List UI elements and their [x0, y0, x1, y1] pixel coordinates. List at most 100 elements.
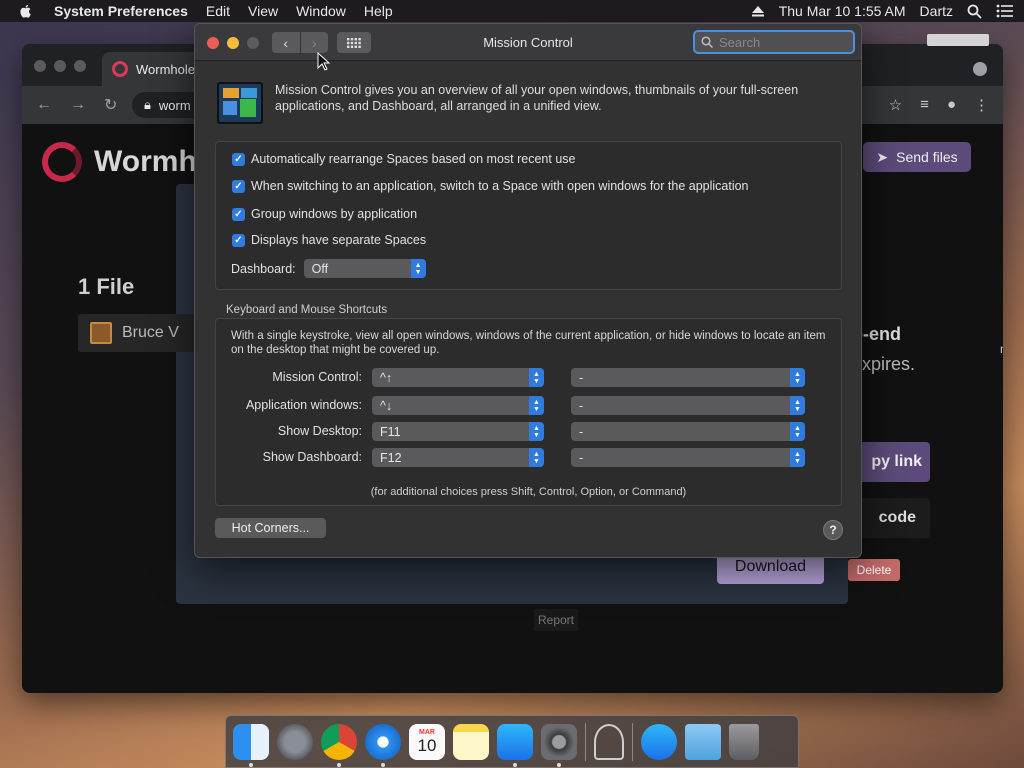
shortcut-mouse-select[interactable]: - ▲ ▼	[571, 422, 805, 441]
file-name: Bruce V	[122, 324, 179, 341]
system-preferences-icon[interactable]	[541, 723, 577, 767]
dock-separator	[632, 722, 633, 761]
running-indicator	[249, 762, 253, 767]
shortcuts-section-title: Keyboard and Mouse Shortcuts	[226, 304, 388, 316]
menu-view[interactable]: View	[248, 3, 278, 19]
launchpad-icon[interactable]	[277, 723, 313, 760]
shortcut-mouse-value: -	[579, 398, 584, 413]
instruments-icon[interactable]	[594, 723, 624, 760]
file-list-item[interactable]: Bruce V	[78, 314, 198, 352]
shortcut-key-value: F11	[380, 424, 401, 439]
dashboard-select[interactable]: Off ▲ ▼	[303, 259, 426, 278]
menu-help[interactable]: Help	[364, 3, 393, 19]
menu-extras: Thu Mar 10 1:55 AM Dartz	[751, 0, 1014, 22]
hot-corners-button[interactable]: Hot Corners...	[215, 518, 326, 538]
running-indicator	[557, 762, 561, 767]
eject-icon[interactable]	[751, 5, 765, 17]
checkbox-checked-icon[interactable]: ✓	[232, 179, 245, 193]
dashboard-label: Dashboard:	[231, 261, 296, 276]
notification-center-icon[interactable]	[996, 4, 1014, 18]
send-icon: ➤	[876, 148, 889, 165]
shortcut-key-select[interactable]: F11 ▲ ▼	[372, 422, 544, 441]
option-separate-spaces[interactable]: ✓ Displays have separate Spaces	[232, 233, 426, 247]
shortcut-mouse-select[interactable]: - ▲ ▼	[571, 396, 805, 415]
shortcut-label: Show Desktop:	[277, 424, 362, 438]
desktop-widget	[927, 34, 989, 46]
code-button[interactable]: code	[852, 498, 930, 538]
trash-icon[interactable]	[729, 723, 759, 760]
menu-user[interactable]: Dartz	[920, 3, 953, 19]
menu-edit[interactable]: Edit	[206, 3, 230, 19]
checkbox-checked-icon[interactable]: ✓	[232, 152, 245, 166]
report-link[interactable]: Report	[534, 609, 578, 631]
address-bar-url: worm	[158, 97, 191, 113]
reload-icon[interactable]: ↻	[104, 95, 117, 115]
shortcut-mouse-select[interactable]: - ▲ ▼	[571, 368, 805, 387]
finder-icon[interactable]	[233, 723, 269, 767]
wormhole-logo-icon	[42, 142, 82, 182]
send-files-button[interactable]: ➤ Send files	[863, 142, 971, 172]
app-store-2-icon[interactable]	[641, 723, 677, 760]
wormhole-logo[interactable]: Wormh	[42, 142, 197, 182]
delete-button[interactable]: Delete	[848, 559, 900, 581]
shortcut-key-value: ^↑	[380, 370, 393, 385]
downloads-folder-icon[interactable]	[685, 723, 721, 760]
mission-control-icon	[217, 82, 263, 124]
calendar-icon[interactable]: MAR 10	[409, 723, 445, 760]
bookmark-star-icon[interactable]: ☆	[889, 96, 902, 114]
shortcut-key-select[interactable]: ^↑ ▲ ▼	[372, 368, 544, 387]
search-icon	[701, 36, 713, 48]
notes-icon[interactable]	[453, 723, 489, 760]
browser-close-button[interactable]	[34, 60, 46, 72]
menu-clock[interactable]: Thu Mar 10 1:55 AM	[779, 3, 906, 19]
chevron-updown-icon: ▲ ▼	[790, 368, 805, 387]
option-label: Group windows by application	[251, 207, 418, 221]
copy-link-button[interactable]: py link	[852, 442, 930, 482]
checkbox-checked-icon[interactable]: ✓	[232, 207, 245, 221]
running-indicator	[337, 762, 341, 767]
shortcut-key-select[interactable]: ^↓ ▲ ▼	[372, 396, 544, 415]
option-label: Automatically rearrange Spaces based on …	[251, 152, 576, 166]
options-group: ✓ Automatically rearrange Spaces based o…	[215, 141, 842, 290]
app-store-icon[interactable]	[497, 723, 533, 767]
shortcuts-group: With a single keystroke, view all open w…	[215, 318, 842, 506]
dashboard-row: Dashboard: Off ▲ ▼	[231, 259, 426, 278]
chrome-icon[interactable]	[321, 723, 357, 767]
option-rearrange-spaces[interactable]: ✓ Automatically rearrange Spaces based o…	[232, 152, 575, 166]
shortcut-row-mission-control: Mission Control: ^↑ ▲ ▼ - ▲ ▼	[216, 368, 841, 388]
send-files-label: Send files	[896, 149, 958, 165]
spotlight-search-icon[interactable]	[967, 4, 982, 19]
menu-window[interactable]: Window	[296, 3, 346, 19]
back-arrow-icon[interactable]: ←	[36, 96, 52, 114]
running-indicator	[513, 762, 517, 767]
chevron-updown-icon: ▲ ▼	[790, 422, 805, 441]
chevron-updown-icon: ▲ ▼	[529, 422, 544, 441]
tab-search-icon[interactable]	[973, 62, 987, 76]
checkbox-checked-icon[interactable]: ✓	[232, 233, 245, 247]
option-group-windows[interactable]: ✓ Group windows by application	[232, 207, 417, 221]
browser-minimize-button[interactable]	[54, 60, 66, 72]
option-switch-to-space[interactable]: ✓ When switching to an application, swit…	[232, 179, 749, 193]
profile-icon[interactable]: ●	[947, 96, 956, 114]
menu-app-name[interactable]: System Preferences	[54, 3, 188, 19]
forward-arrow-icon[interactable]: →	[70, 96, 86, 114]
lock-icon: 🔒︎	[144, 97, 151, 112]
option-label: Displays have separate Spaces	[251, 233, 427, 247]
intro-description: Mission Control gives you an overview of…	[275, 83, 799, 113]
safari-icon[interactable]	[365, 723, 401, 767]
media-queue-icon[interactable]: ≡	[920, 96, 929, 114]
dashboard-value: Off	[311, 261, 329, 276]
browser-window-controls	[34, 60, 86, 72]
browser-menu-icon[interactable]: ⋮	[974, 96, 989, 114]
shortcut-row-application-windows: Application windows: ^↓ ▲ ▼ - ▲ ▼	[216, 396, 841, 416]
apple-menu-icon[interactable]	[18, 3, 34, 19]
browser-zoom-button[interactable]	[74, 60, 86, 72]
search-field[interactable]: Search	[693, 30, 855, 54]
window-title-bar: ‹ › Mission Control Search	[195, 24, 861, 61]
shortcut-key-select[interactable]: F12 ▲ ▼	[372, 448, 544, 467]
shortcuts-description: With a single keystroke, view all open w…	[231, 330, 826, 356]
shortcut-label: Application windows:	[245, 398, 362, 412]
help-button[interactable]: ?	[823, 520, 843, 540]
shortcut-mouse-select[interactable]: - ▲ ▼	[571, 448, 805, 467]
intro-section: Mission Control gives you an overview of…	[217, 82, 827, 124]
